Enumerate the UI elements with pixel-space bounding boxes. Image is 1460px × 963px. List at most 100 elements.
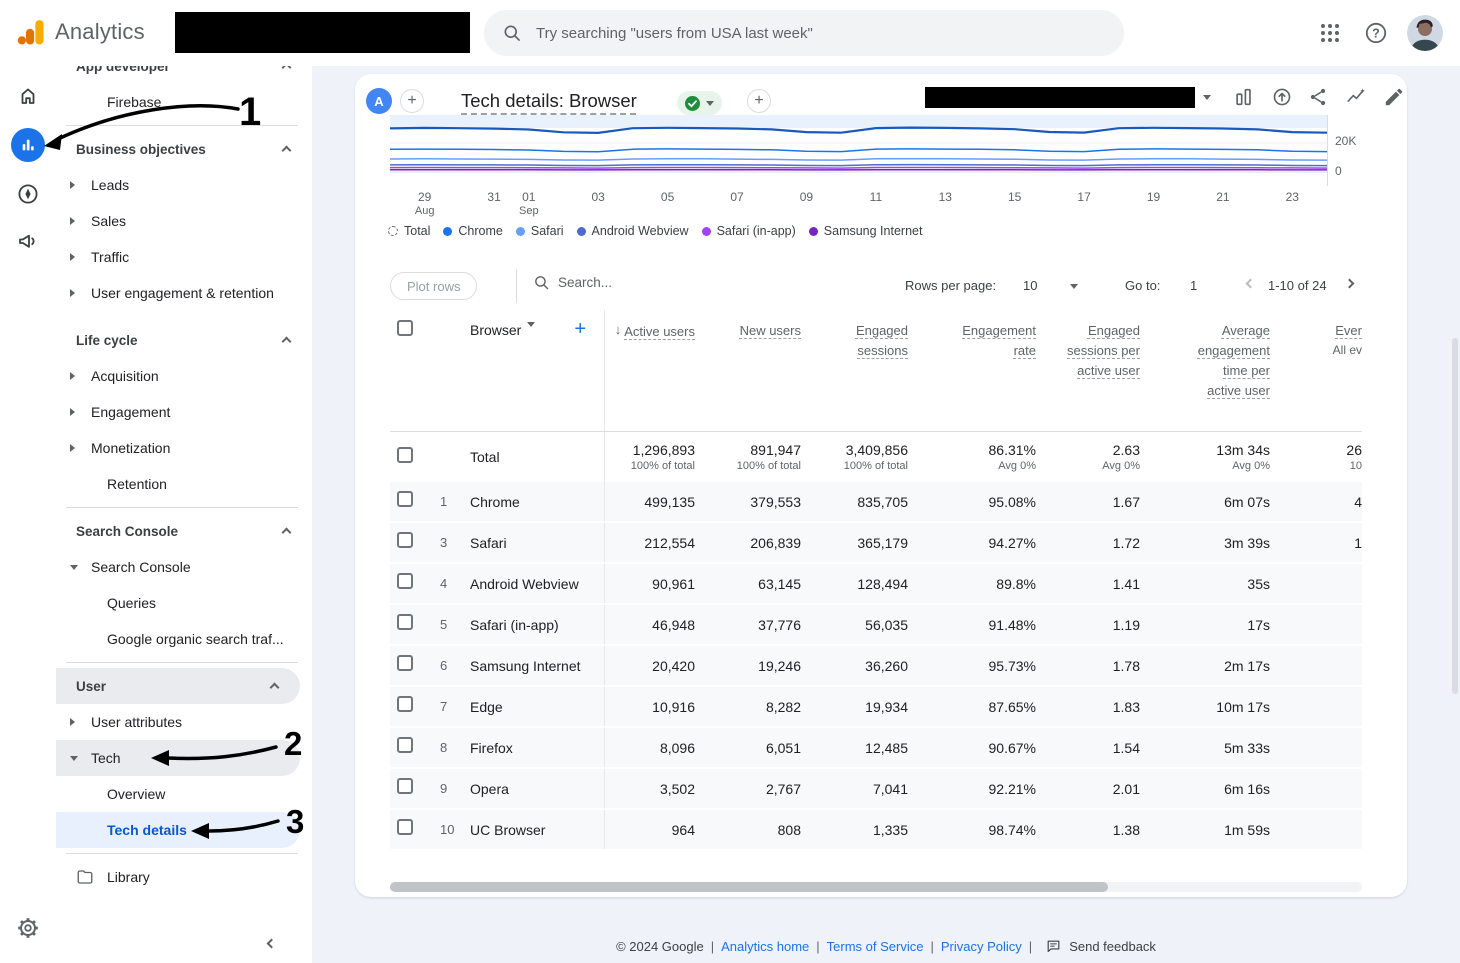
vertical-scrollbar[interactable]: [1452, 338, 1458, 694]
sidebar-item-overview[interactable]: Overview: [56, 776, 312, 812]
sparkline-insights-icon[interactable]: [1345, 86, 1367, 108]
sidebar-item-search-console[interactable]: Search Console: [56, 513, 312, 549]
sidebar-item-user[interactable]: User: [56, 668, 300, 704]
sidebar-item-queries[interactable]: Queries: [56, 585, 312, 621]
google-apps-grid-icon[interactable]: [1318, 21, 1342, 45]
metric-header-label[interactable]: Engagement rate: [954, 321, 1036, 361]
go-to-page-input[interactable]: 1: [1190, 278, 1197, 293]
chevron-up-icon: [281, 66, 292, 73]
table-search-input[interactable]: [558, 275, 698, 290]
collapse-sidebar-icon[interactable]: [266, 938, 277, 949]
sidebar-item-leads[interactable]: Leads: [56, 167, 312, 203]
sidebar-item-retention[interactable]: Retention: [56, 466, 312, 502]
add-comparison-button[interactable]: +: [747, 89, 771, 113]
metric-header-label[interactable]: Active users: [624, 322, 695, 342]
metric-cell: 90,961: [652, 575, 695, 592]
timeseries-chart[interactable]: [390, 115, 1327, 186]
admin-settings-gear-icon[interactable]: [16, 916, 40, 940]
sort-descending-icon[interactable]: ↓: [615, 322, 622, 342]
row-checkbox[interactable]: [397, 819, 413, 835]
search-input[interactable]: [536, 24, 1056, 42]
advertising-icon[interactable]: [16, 229, 40, 253]
sidebar-item-app-developer[interactable]: App developer: [56, 66, 312, 84]
legend-item-total[interactable]: Total: [388, 224, 430, 238]
select-all-checkbox[interactable]: [397, 320, 413, 336]
total-row-checkbox[interactable]: [397, 446, 413, 463]
sidebar-item-business-objectives[interactable]: Business objectives: [56, 131, 312, 167]
legend-item-android-webview[interactable]: Android Webview: [576, 224, 689, 238]
metric-header-label[interactable]: Average engagement time per active user: [1188, 321, 1270, 402]
add-report-button[interactable]: +: [400, 89, 424, 113]
row-checkbox[interactable]: [397, 737, 413, 753]
share-icon[interactable]: [1307, 86, 1329, 108]
row-checkbox[interactable]: [397, 655, 413, 671]
row-checkbox[interactable]: [397, 491, 413, 507]
table-row[interactable]: 7 Edge 10,916 8,282 19,934 87.65% 1.83 10m 17s: [390, 687, 1362, 728]
explore-icon[interactable]: [16, 182, 40, 206]
user-avatar[interactable]: [1407, 15, 1443, 51]
sidebar-item-library[interactable]: Library: [56, 859, 312, 895]
horizontal-scrollbar-thumb[interactable]: [390, 882, 1108, 892]
metric-cell: 12,485: [865, 739, 908, 756]
sidebar-item-sales[interactable]: Sales: [56, 203, 312, 239]
plot-rows-button[interactable]: Plot rows: [390, 272, 478, 300]
sidebar-item-tech[interactable]: Tech: [56, 740, 300, 776]
sidebar-item-google-organic-search-traf[interactable]: Google organic search traf...: [56, 621, 312, 657]
table-row[interactable]: 5 Safari (in-app) 46,948 37,776 56,035 91.48%…: [390, 605, 1362, 646]
report-title[interactable]: Tech details: Browser: [461, 90, 637, 112]
sidebar-item-search-console[interactable]: Search Console: [56, 549, 312, 585]
rows-per-page-select[interactable]: 10: [1023, 278, 1037, 293]
legend-item-safari-in-app[interactable]: Safari (in-app): [701, 224, 796, 238]
row-checkbox[interactable]: [397, 573, 413, 589]
sidebar-item-traffic[interactable]: Traffic: [56, 239, 312, 275]
insights-circle-icon[interactable]: [1271, 86, 1293, 108]
sidebar-item-acquisition[interactable]: Acquisition: [56, 358, 312, 394]
sidebar-item-monetization[interactable]: Monetization: [56, 430, 312, 466]
send-feedback-button[interactable]: Send feedback: [1045, 938, 1156, 955]
global-search-bar[interactable]: [484, 10, 1124, 56]
table-row[interactable]: 3 Safari 212,554 206,839 365,179 94.27% 1.72 3m…: [390, 523, 1362, 564]
table-row[interactable]: 8 Firefox 8,096 6,051 12,485 90.67% 1.54 5m 33s: [390, 728, 1362, 769]
table-row[interactable]: 9 Opera 3,502 2,767 7,041 92.21% 2.01 6m 16s: [390, 769, 1362, 810]
sidebar-item-life-cycle[interactable]: Life cycle: [56, 322, 312, 358]
legend-item-safari[interactable]: Safari: [515, 224, 564, 238]
report-collection-avatar[interactable]: A: [366, 88, 392, 114]
previous-page-icon[interactable]: [1245, 278, 1256, 289]
sidebar-item-user-engagement-retention[interactable]: User engagement & retention: [56, 275, 312, 311]
sidebar-item-firebase[interactable]: Firebase: [56, 84, 312, 120]
redacted-date-range[interactable]: [925, 87, 1195, 108]
sidebar-item-user-attributes[interactable]: User attributes: [56, 704, 312, 740]
row-checkbox[interactable]: [397, 532, 413, 548]
legend-item-samsung-internet[interactable]: Samsung Internet: [808, 224, 922, 238]
next-page-icon[interactable]: [1344, 278, 1355, 289]
table-row[interactable]: 1 Chrome 499,135 379,553 835,705 95.08% 1.67 6m…: [390, 482, 1362, 523]
help-icon[interactable]: ?: [1364, 21, 1388, 45]
metric-header-label[interactable]: Engaged sessions per active user: [1058, 321, 1140, 381]
footer-link-analytics-home[interactable]: Analytics home: [721, 939, 809, 954]
dimension-selector[interactable]: Browser: [470, 322, 521, 338]
sidebar-item-engagement[interactable]: Engagement: [56, 394, 312, 430]
footer-link-terms-of-service[interactable]: Terms of Service: [827, 939, 924, 954]
horizontal-scrollbar[interactable]: [390, 882, 1362, 892]
table-search[interactable]: [533, 274, 698, 291]
home-icon[interactable]: [16, 84, 40, 108]
table-row[interactable]: 10 UC Browser 964 808 1,335 98.74% 1.38 1m 59s: [390, 810, 1362, 851]
sidebar-item-tech-details[interactable]: Tech details: [56, 812, 300, 848]
footer-link-privacy-policy[interactable]: Privacy Policy: [941, 939, 1022, 954]
date-range-caret-icon[interactable]: [1203, 95, 1211, 100]
table-row[interactable]: 6 Samsung Internet 20,420 19,246 36,260 95.73…: [390, 646, 1362, 687]
row-checkbox[interactable]: [397, 778, 413, 794]
legend-item-chrome[interactable]: Chrome: [443, 224, 503, 238]
analytics-logo[interactable]: Analytics: [16, 17, 145, 47]
edit-report-pencil-icon[interactable]: [1383, 86, 1405, 108]
row-checkbox[interactable]: [397, 696, 413, 712]
report-saved-badge[interactable]: [677, 91, 722, 115]
row-checkbox[interactable]: [397, 614, 413, 630]
metric-header-label[interactable]: New users: [740, 321, 801, 341]
metric-header-label[interactable]: Engaged sessions: [826, 321, 908, 361]
add-secondary-dimension-button[interactable]: +: [574, 318, 586, 341]
rows-per-page-caret-icon[interactable]: [1070, 284, 1078, 289]
reports-icon-selected[interactable]: [11, 128, 45, 162]
compare-icon[interactable]: [1233, 86, 1255, 108]
table-row[interactable]: 4 Android Webview 90,961 63,145 128,494 89.8%…: [390, 564, 1362, 605]
